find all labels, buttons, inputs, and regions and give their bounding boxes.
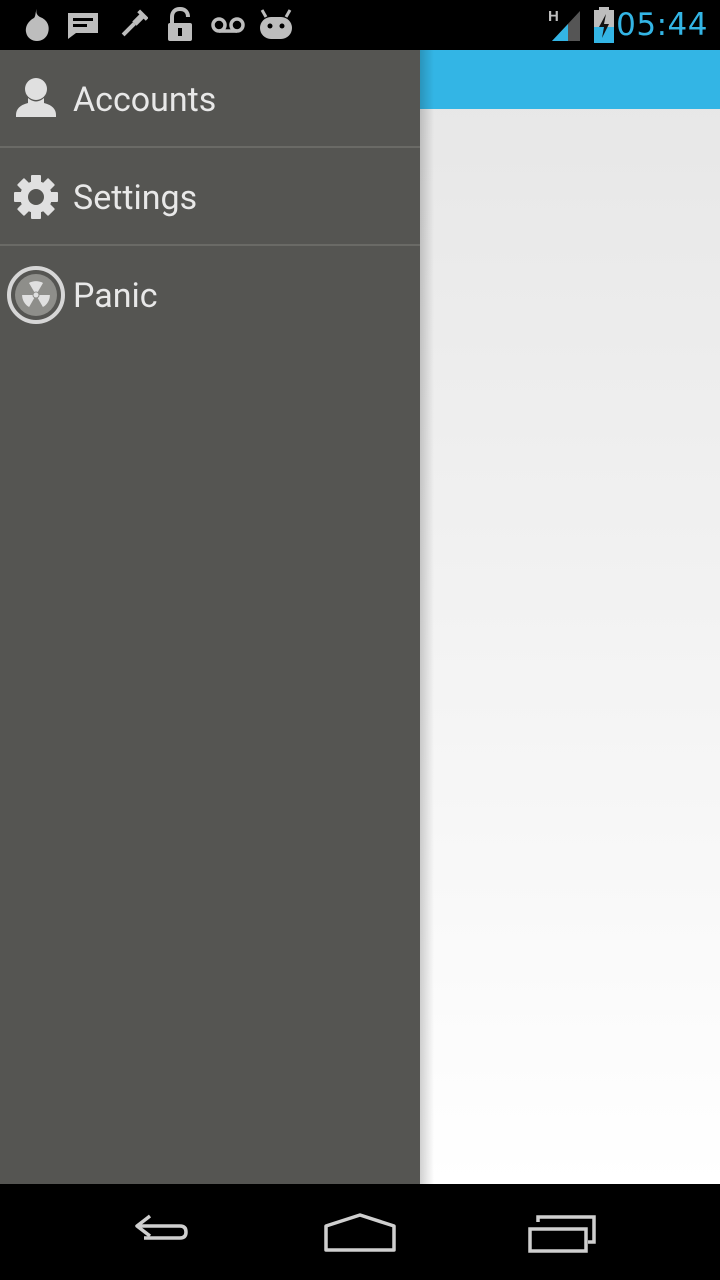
radiation-icon — [6, 265, 66, 325]
android-icon — [256, 7, 296, 43]
back-button[interactable] — [110, 1202, 210, 1262]
drawer-item-label: Panic — [73, 276, 158, 316]
drawer-shadow — [420, 50, 434, 1184]
back-icon — [110, 1202, 210, 1262]
unlock-icon — [164, 7, 196, 43]
navigation-drawer: Accounts Settings Panic — [0, 50, 420, 1184]
clock: 05:44 — [616, 7, 708, 43]
drawer-item-label: Accounts — [73, 80, 217, 120]
orbot-onion-icon — [22, 7, 52, 43]
drawer-item-accounts[interactable]: Accounts — [0, 50, 420, 148]
home-button[interactable] — [310, 1202, 410, 1262]
status-bar: H 05:44 — [0, 0, 720, 50]
recent-apps-button[interactable] — [512, 1202, 612, 1262]
system-navigation-bar — [0, 1184, 720, 1280]
recent-apps-icon — [512, 1202, 612, 1262]
drawer-item-settings[interactable]: Settings — [0, 148, 420, 246]
gear-icon — [6, 167, 66, 227]
home-icon — [310, 1202, 410, 1262]
tool-icon — [118, 7, 148, 43]
message-icon — [66, 7, 100, 43]
voicemail-icon — [210, 7, 246, 43]
drawer-item-panic[interactable]: Panic — [0, 246, 420, 344]
drawer-item-label: Settings — [73, 178, 198, 218]
network-type-text: H — [548, 8, 559, 25]
person-icon — [6, 69, 66, 129]
battery-charging-icon — [591, 7, 617, 43]
action-bar[interactable] — [420, 50, 720, 109]
signal-icon: H — [546, 7, 584, 43]
main-content[interactable] — [420, 50, 720, 1184]
